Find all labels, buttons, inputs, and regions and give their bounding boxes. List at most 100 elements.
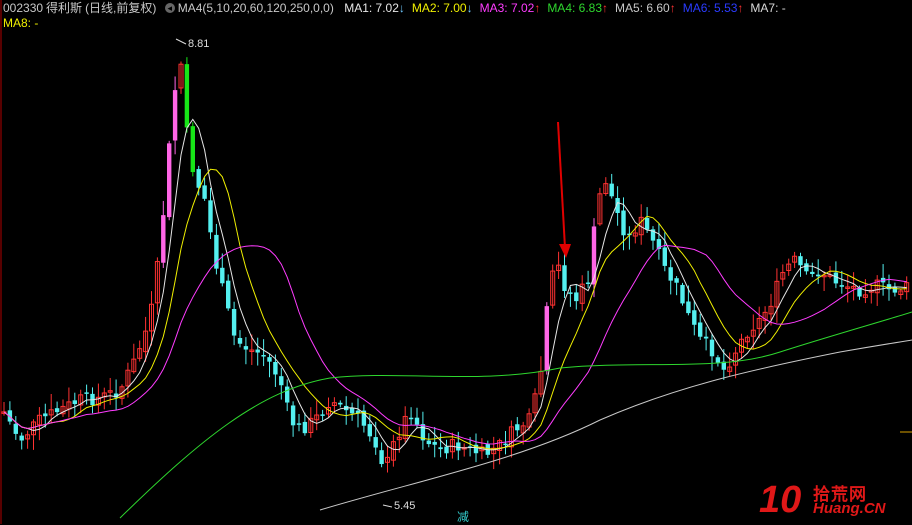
candle-body bbox=[367, 424, 372, 437]
candle-body bbox=[438, 447, 443, 450]
candle-body bbox=[408, 417, 414, 420]
candle-body bbox=[302, 421, 308, 434]
candle-body bbox=[426, 440, 431, 445]
candle-body bbox=[237, 337, 243, 344]
candle-body bbox=[167, 143, 172, 218]
candle-body bbox=[816, 274, 821, 277]
candle-body bbox=[621, 210, 626, 236]
candle-body bbox=[585, 282, 591, 285]
ma8-legend: MA8: - bbox=[3, 16, 39, 30]
candle-body bbox=[84, 392, 89, 394]
site-watermark: 10 拾荒网 Huang.CN bbox=[759, 480, 904, 520]
candle-body bbox=[208, 200, 213, 233]
ma1-line bbox=[3, 118, 907, 451]
ma-trend-arrow-icon: ↑ bbox=[737, 1, 744, 15]
candle-body bbox=[839, 285, 844, 287]
candle-body bbox=[226, 280, 231, 309]
candle-body bbox=[609, 183, 614, 197]
high-pointer bbox=[175, 38, 187, 45]
stock-code: 002330 bbox=[3, 1, 44, 15]
candle-body bbox=[444, 446, 449, 454]
watermark-logo-number: 10 bbox=[759, 479, 802, 521]
ma-legend-item-4: MA4: 6.83 bbox=[547, 1, 603, 15]
candle-body bbox=[72, 400, 77, 405]
candle-body bbox=[243, 346, 249, 350]
candle-body bbox=[320, 414, 325, 416]
candle-body bbox=[892, 286, 898, 293]
high-price-label: 8.81 bbox=[188, 38, 210, 50]
candle-body bbox=[562, 265, 567, 291]
candle-body bbox=[698, 322, 703, 337]
candle-body bbox=[285, 386, 290, 403]
candle-body bbox=[373, 437, 378, 448]
ma-legend-item-5: MA5: 6.60 bbox=[615, 1, 670, 15]
candle-body bbox=[686, 301, 691, 314]
ma-legend-item-6: MA6: 5.53 bbox=[682, 1, 738, 15]
candle-body bbox=[190, 126, 195, 173]
candle-body bbox=[709, 339, 715, 357]
candle-body bbox=[804, 263, 809, 272]
low-pointer bbox=[382, 504, 393, 508]
ma-trend-arrow-icon: ↑ bbox=[669, 1, 676, 15]
candle-body bbox=[19, 435, 24, 441]
candle-body bbox=[503, 443, 508, 446]
candle-body bbox=[296, 423, 302, 425]
candle-body bbox=[196, 169, 201, 188]
ma-legend-item-7: MA7: - bbox=[750, 1, 786, 15]
candle-body bbox=[692, 310, 697, 325]
chart-period: (日线,前复权) bbox=[85, 1, 157, 15]
candle-body bbox=[810, 271, 815, 275]
candle-body bbox=[680, 284, 685, 304]
candle-body bbox=[515, 424, 520, 431]
candle-body bbox=[544, 306, 549, 371]
candle-body bbox=[279, 376, 284, 386]
candle-body bbox=[231, 309, 237, 336]
candle-body bbox=[674, 278, 679, 283]
candle-body bbox=[220, 267, 225, 284]
annotation-arrow-icon bbox=[559, 244, 571, 258]
candle-body bbox=[644, 217, 650, 230]
candle-body bbox=[591, 226, 597, 285]
candle-body bbox=[267, 357, 272, 362]
candle-body bbox=[379, 450, 384, 465]
ma-trend-arrow-icon: ↓ bbox=[398, 1, 405, 15]
candle-body bbox=[161, 215, 166, 263]
candle-body bbox=[798, 256, 803, 266]
collapse-icon[interactable]: ◂ bbox=[164, 3, 175, 13]
ma-legend-item-1: MA1: 7.02 bbox=[344, 1, 399, 15]
candle-body bbox=[432, 441, 437, 445]
indicator-params[interactable]: MA4(5,10,20,60,120,250,0,0) bbox=[178, 1, 334, 15]
ma-legend: 002330 得利斯 (日线,前复权) ◂ MA4(5,10,20,60,120,25… bbox=[3, 1, 912, 16]
kline-chart[interactable]: 002330 得利斯 (日线,前复权) ◂ MA4(5,10,20,60,120,25… bbox=[0, 0, 912, 524]
candle-body bbox=[172, 90, 178, 141]
low-price-label: 5.45 bbox=[394, 500, 416, 512]
candle-body bbox=[662, 247, 667, 266]
candle-body bbox=[290, 405, 296, 426]
candle-body bbox=[338, 402, 343, 405]
candle-body bbox=[568, 292, 573, 294]
ma-legend-item-3: MA3: 7.02 bbox=[479, 1, 535, 15]
candle-body bbox=[456, 442, 461, 451]
watermark-url: Huang.CN bbox=[813, 500, 886, 517]
candle-body bbox=[273, 361, 278, 375]
candle-body bbox=[13, 423, 18, 434]
candle-body bbox=[703, 336, 709, 339]
candle-body bbox=[255, 349, 260, 353]
candle-body bbox=[668, 267, 673, 281]
candle-body bbox=[43, 413, 48, 417]
ma-trend-arrow-icon: ↑ bbox=[534, 1, 541, 15]
candle-body bbox=[886, 284, 892, 290]
candle-body bbox=[202, 185, 207, 199]
candle-body bbox=[184, 64, 190, 128]
candle-body bbox=[574, 292, 579, 302]
ma-trend-arrow-icon: ↑ bbox=[602, 1, 609, 15]
candle-body bbox=[349, 407, 355, 414]
stock-name: 得利斯 bbox=[46, 1, 83, 15]
candlestick-plot[interactable] bbox=[0, 0, 912, 524]
candle-body bbox=[414, 417, 420, 425]
reduce-marker: 减 bbox=[457, 510, 470, 524]
candle-body bbox=[261, 355, 266, 357]
ma-trend-arrow-icon: ↓ bbox=[466, 1, 473, 15]
ma-legend-item-2: MA2: 7.00 bbox=[411, 1, 467, 15]
candle-body bbox=[715, 357, 721, 363]
